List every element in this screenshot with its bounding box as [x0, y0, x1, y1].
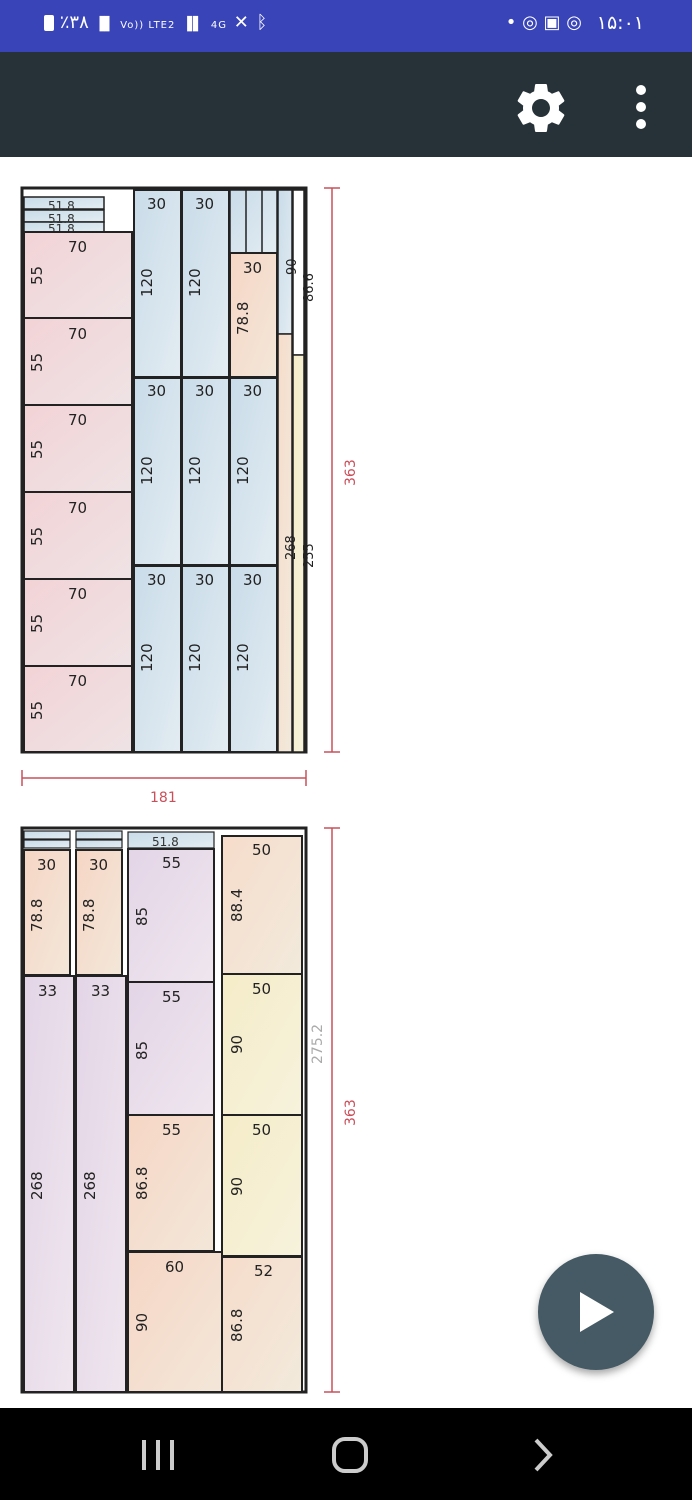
sheet-2[interactable]: 51.8 30 78.8 30 78.8 33 268 33 268 55 85…: [20, 826, 359, 1394]
home-button[interactable]: [320, 1430, 380, 1480]
piece-width: 30: [243, 382, 262, 400]
back-icon: [534, 1438, 553, 1472]
piece-height: 120: [138, 643, 156, 672]
piece-height: 120: [234, 456, 252, 485]
offcut-label: 275.2: [310, 1024, 326, 1064]
piece-height: 55: [28, 440, 46, 459]
piece-width: 50: [252, 1121, 271, 1139]
piece-height: 90: [228, 1177, 246, 1196]
piece-height: 90: [133, 1313, 151, 1332]
strip-label: 51.8: [48, 199, 75, 213]
piece-height: 88.4: [228, 889, 246, 922]
piece-width: 30: [147, 571, 166, 589]
piece-width: 70: [68, 238, 87, 256]
piece-width: 50: [252, 980, 271, 998]
piece-width: 70: [68, 672, 87, 690]
piece-height: 86.8: [228, 1309, 246, 1342]
piece-height: 120: [186, 456, 204, 485]
more-vert-icon: [636, 85, 646, 129]
strip-label: 90: [285, 258, 300, 275]
network-type: 4G: [210, 20, 227, 31]
play-icon: [580, 1292, 614, 1332]
overflow-menu-button[interactable]: [626, 82, 656, 132]
strip-label: 51.8: [152, 835, 179, 849]
piece-height: 120: [234, 643, 252, 672]
piece-width: 33: [91, 982, 110, 1000]
mute-icon: ✕: [233, 12, 250, 33]
piece-height: 55: [28, 266, 46, 285]
chrome-icon-2: ◎: [566, 12, 582, 33]
recents-button[interactable]: [128, 1430, 188, 1480]
piece-height: 90: [228, 1035, 246, 1054]
piece-height: 85: [133, 907, 151, 926]
run-fab-button[interactable]: [538, 1254, 654, 1370]
status-bar: ٪۳۸ ▐▌ Vo)) LTE2 ▐▌ 4G ✕ ᛒ • ◎ ▣ ◎ ۱۵:۰۱: [0, 0, 692, 52]
piece-width: 30: [147, 195, 166, 213]
sheet-width-label: 181: [150, 790, 177, 806]
status-left: ٪۳۸ ▐▌ Vo)) LTE2 ▐▌ 4G ✕ ᛒ: [44, 12, 268, 33]
piece-width: 60: [165, 1258, 184, 1276]
sheet-1[interactable]: 51.8 51.8 51.8 70 55 70 55 70 55 70 55 7…: [20, 186, 359, 806]
piece-height: 120: [138, 456, 156, 485]
piece-width: 52: [254, 1262, 273, 1280]
signal-icon: ▐▌: [94, 17, 115, 32]
piece-height: 78.8: [80, 899, 98, 932]
piece-width: 55: [162, 1121, 181, 1139]
app-toolbar: [0, 52, 692, 157]
piece-width: 30: [243, 571, 262, 589]
piece-height: 78.8: [28, 899, 46, 932]
piece-width: 30: [147, 382, 166, 400]
piece-height: 78.8: [234, 302, 252, 335]
piece-height: 55: [28, 614, 46, 633]
piece-width: 70: [68, 499, 87, 517]
system-nav-bar: [0, 1408, 692, 1500]
battery-level: ٪۳۸: [59, 12, 89, 33]
piece-height: 120: [186, 643, 204, 672]
piece-width: 30: [195, 382, 214, 400]
piece-height: 85: [133, 1041, 151, 1060]
piece-height: 120: [186, 268, 204, 297]
cutting-layout-canvas[interactable]: 51.8 51.8 51.8 70 55 70 55 70 55 70 55 7…: [0, 160, 692, 1408]
home-icon: [332, 1437, 368, 1473]
piece-width: 70: [68, 411, 87, 429]
piece-height: 55: [28, 353, 46, 372]
piece-height: 86.8: [133, 1167, 151, 1200]
app-icon: ▣: [543, 12, 561, 33]
piece-width: 50: [252, 841, 271, 859]
piece-width: 33: [38, 982, 57, 1000]
sheet-height-label: 363: [343, 1099, 359, 1126]
dot-icon: •: [505, 12, 517, 33]
bluetooth-icon: ᛒ: [256, 12, 269, 33]
signal-icon-2: ▐▌: [182, 17, 205, 32]
sheet-height-label: 363: [343, 459, 359, 486]
settings-button[interactable]: [511, 78, 571, 138]
piece-width: 30: [37, 856, 56, 874]
strip-label: 86.6: [302, 273, 317, 302]
piece-width: 70: [68, 325, 87, 343]
piece-height: 55: [28, 701, 46, 720]
piece-height: 55: [28, 527, 46, 546]
chrome-icon: ◎: [522, 12, 538, 33]
status-right-icons: • ◎ ▣ ◎: [506, 12, 582, 33]
piece-width: 30: [195, 571, 214, 589]
piece-height: 120: [138, 268, 156, 297]
piece-width: 55: [162, 988, 181, 1006]
layout-svg: 51.8 51.8 51.8 70 55 70 55 70 55 70 55 7…: [20, 186, 359, 1394]
gear-icon: [517, 84, 565, 132]
battery-icon: [44, 15, 54, 31]
strip-label: 255: [302, 543, 317, 568]
piece-width: 70: [68, 585, 87, 603]
status-time: ۱۵:۰۱: [596, 12, 644, 34]
network-label: Vo)) LTE2: [120, 20, 176, 31]
piece-width: 30: [195, 195, 214, 213]
piece-height: 268: [28, 1171, 46, 1200]
strip-label: 268: [284, 535, 299, 560]
piece-width: 30: [243, 259, 262, 277]
back-button[interactable]: [514, 1430, 574, 1480]
recents-icon: [142, 1440, 174, 1470]
piece-width: 30: [89, 856, 108, 874]
piece-height: 268: [81, 1171, 99, 1200]
piece-width: 55: [162, 854, 181, 872]
